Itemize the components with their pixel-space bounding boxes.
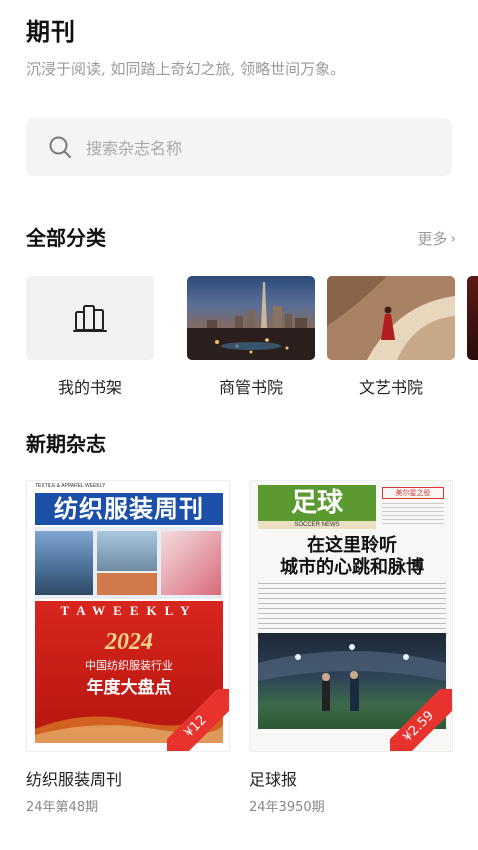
page-subtitle: 沉浸于阅读, 如同踏上奇幻之旅, 领略世间万象。 — [26, 60, 346, 78]
cover-photo-strip — [35, 527, 223, 599]
category-thumb-partial[interactable] — [467, 276, 478, 360]
cover-band: TAWEEKLY — [60, 603, 198, 618]
category-thumb-arts[interactable] — [327, 276, 455, 360]
category-business[interactable]: 商管书院 — [187, 276, 315, 398]
cover-masthead: 足球 — [258, 485, 376, 521]
price-label: ¥2.59 — [390, 689, 452, 751]
price-label: ¥12 — [167, 689, 229, 751]
search-bar[interactable]: 搜索杂志名称 — [26, 118, 452, 176]
magazine-cover[interactable]: 足球 SOCCER NEWS 美尔星之役 在这里聆听 城市的心跳和脉博 ¥2.5… — [249, 480, 453, 752]
cover-small-text — [382, 503, 444, 525]
category-label: 文艺书院 — [358, 378, 423, 397]
cityscape-image — [187, 282, 315, 360]
more-link[interactable]: 更多 › — [417, 228, 456, 249]
magazine-issue: 24年3950期 — [249, 800, 325, 815]
category-my-bookshelf[interactable]: 我的书架 — [26, 276, 154, 398]
categories-section-title: 全部分类 — [26, 226, 106, 250]
new-issues-section-title: 新期杂志 — [26, 432, 106, 456]
category-arts[interactable]: 文艺书院 — [327, 276, 455, 398]
category-thumb-cityscape[interactable] — [187, 276, 315, 360]
cover-en-title: SOCCER NEWS — [258, 521, 376, 529]
magazine-name: 足球报 — [249, 770, 298, 789]
category-label: 商管书院 — [218, 378, 283, 397]
bookshelf-icon — [73, 305, 107, 332]
cover-headline2: 城市的心跳和脉博 — [280, 557, 424, 578]
magazine-name: 纺织服装周刊 — [26, 770, 123, 789]
magazine-card[interactable]: 足球 SOCCER NEWS 美尔星之役 在这里聆听 城市的心跳和脉博 ¥2.5… — [249, 480, 453, 815]
search-icon — [49, 136, 71, 158]
price-tag: ¥12 — [167, 689, 229, 751]
cover-article-text — [258, 583, 446, 629]
cover-headline-group: 在这里聆听 城市的心跳和脉博 — [258, 535, 446, 579]
page-title: 期刊 — [26, 18, 76, 46]
category-label: 我的书架 — [57, 378, 122, 397]
cover-headline1: 在这里聆听 — [307, 535, 397, 556]
magazine-issue: 24年第48期 — [26, 800, 99, 815]
category-thumb[interactable] — [26, 276, 154, 360]
cover-masthead: 纺织服装周刊 — [35, 493, 223, 525]
cover-en-title: TEXTILE & APPAREL WEEKLY — [35, 483, 106, 489]
magazine-card[interactable]: TEXTILE & APPAREL WEEKLY 纺织服装周刊 TAWEEKLY… — [26, 480, 230, 815]
magazine-cover[interactable]: TEXTILE & APPAREL WEEKLY 纺织服装周刊 TAWEEKLY… — [26, 480, 230, 752]
chevron-right-icon: › — [450, 230, 456, 247]
cover-line1: 中国纺织服装行业 — [85, 659, 173, 672]
cover-year: 2024 — [105, 629, 153, 655]
more-label[interactable]: 更多 — [417, 228, 447, 249]
arts-image — [327, 276, 455, 360]
cover-tag: 美尔星之役 — [382, 487, 444, 499]
search-input[interactable]: 搜索杂志名称 — [86, 135, 182, 159]
price-tag: ¥2.59 — [390, 689, 452, 751]
